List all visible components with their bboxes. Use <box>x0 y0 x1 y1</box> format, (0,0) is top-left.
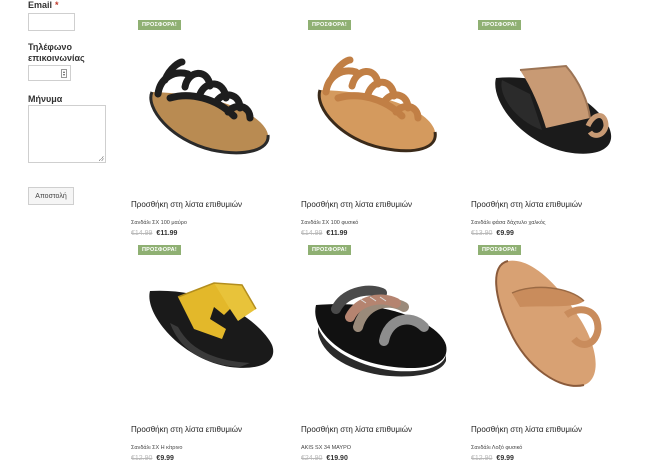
sale-price: €19.90 <box>326 455 348 462</box>
product-name[interactable]: Σανδάλι ΣΧ 100 μαύρο <box>131 220 187 226</box>
old-price: €14.99 <box>131 230 153 237</box>
sale-price: €9.99 <box>156 455 174 462</box>
email-field[interactable] <box>28 13 75 31</box>
add-to-wishlist-link[interactable]: Προσθήκη στη λίστα επιθυμιών <box>131 200 242 209</box>
product-image[interactable] <box>300 257 460 395</box>
old-price: €12.90 <box>131 455 153 462</box>
phone-label: Τηλέφωνο επικοινωνίας <box>28 42 85 63</box>
product-name[interactable]: Σανδάλι ΣΧ 100 φυσικό <box>301 220 358 226</box>
sale-price: €11.99 <box>156 230 178 237</box>
old-price: €24.90 <box>301 455 323 462</box>
product-image[interactable] <box>130 32 290 170</box>
sale-badge: ΠΡΟΣΦΟΡΑ! <box>138 245 181 255</box>
message-textarea[interactable] <box>28 105 106 163</box>
resize-grip-icon[interactable] <box>99 156 104 161</box>
product-name[interactable]: Σανδάλι ΣΧ Η κίτρινο <box>131 445 182 451</box>
sale-badge: ΠΡΟΣΦΟΡΑ! <box>138 20 181 30</box>
product-image[interactable] <box>470 257 630 395</box>
product-price: €14.99 €11.99 <box>131 230 177 237</box>
product-name[interactable]: Σανδάλι φάσα δάχτυλο χαλκός <box>471 220 546 226</box>
add-to-wishlist-link[interactable]: Προσθήκη στη λίστα επιθυμιών <box>471 200 582 209</box>
product-card[interactable]: ΠΡΟΣΦΟΡΑ! Προσθήκη στη λίστα επιθυμιών A… <box>300 245 460 465</box>
product-card[interactable]: ΠΡΟΣΦΟΡΑ! Προσθήκη στη λίστα επιθυμιών Σ… <box>130 245 290 465</box>
add-to-wishlist-link[interactable]: Προσθήκη στη λίστα επιθυμιών <box>301 200 412 209</box>
number-spinner-icon[interactable] <box>61 69 67 78</box>
product-card[interactable]: ΠΡΟΣΦΟΡΑ! Προσθήκη στη λίστα επιθυμιών Σ… <box>300 20 460 240</box>
email-label-text: Email <box>28 0 53 10</box>
product-price: €14.99 €11.99 <box>301 230 347 237</box>
product-image[interactable] <box>130 257 290 395</box>
product-image[interactable] <box>300 32 460 170</box>
old-price: €14.99 <box>301 230 323 237</box>
submit-button[interactable]: Αποστολή <box>28 187 74 205</box>
email-label: Email * <box>28 0 59 11</box>
old-price: €12.90 <box>471 455 493 462</box>
old-price: €13.90 <box>471 230 493 237</box>
sale-price: €9.99 <box>496 455 514 462</box>
sale-badge: ΠΡΟΣΦΟΡΑ! <box>478 245 521 255</box>
product-image[interactable] <box>470 32 630 170</box>
product-price: €24.90 €19.90 <box>301 455 348 462</box>
add-to-wishlist-link[interactable]: Προσθήκη στη λίστα επιθυμιών <box>301 425 412 434</box>
message-label: Μήνυμα <box>28 94 63 104</box>
product-price: €12.90 €9.99 <box>471 455 514 462</box>
sale-badge: ΠΡΟΣΦΟΡΑ! <box>478 20 521 30</box>
add-to-wishlist-link[interactable]: Προσθήκη στη λίστα επιθυμιών <box>131 425 242 434</box>
product-price: €13.90 €9.99 <box>471 230 514 237</box>
product-card[interactable]: ΠΡΟΣΦΟΡΑ! Προσθήκη στη λίστα επιθυμιών Σ… <box>470 245 630 465</box>
required-mark: * <box>55 0 59 10</box>
sale-price: €9.99 <box>496 230 514 237</box>
product-card[interactable]: ΠΡΟΣΦΟΡΑ! Προσθήκη στη λίστα επιθυμιών Σ… <box>470 20 630 240</box>
phone-field[interactable] <box>28 65 71 81</box>
product-price: €12.90 €9.99 <box>131 455 174 462</box>
sale-badge: ΠΡΟΣΦΟΡΑ! <box>308 20 351 30</box>
sale-price: €11.99 <box>326 230 348 237</box>
product-name[interactable]: AKIS SX 34 ΜΑΥΡΟ <box>301 445 351 451</box>
sale-badge: ΠΡΟΣΦΟΡΑ! <box>308 245 351 255</box>
add-to-wishlist-link[interactable]: Προσθήκη στη λίστα επιθυμιών <box>471 425 582 434</box>
product-name[interactable]: Σανδάλι Λοξό φυσικό <box>471 445 522 451</box>
product-card[interactable]: ΠΡΟΣΦΟΡΑ! Προσθήκη στη λίστα επιθυμιών Σ… <box>130 20 290 240</box>
